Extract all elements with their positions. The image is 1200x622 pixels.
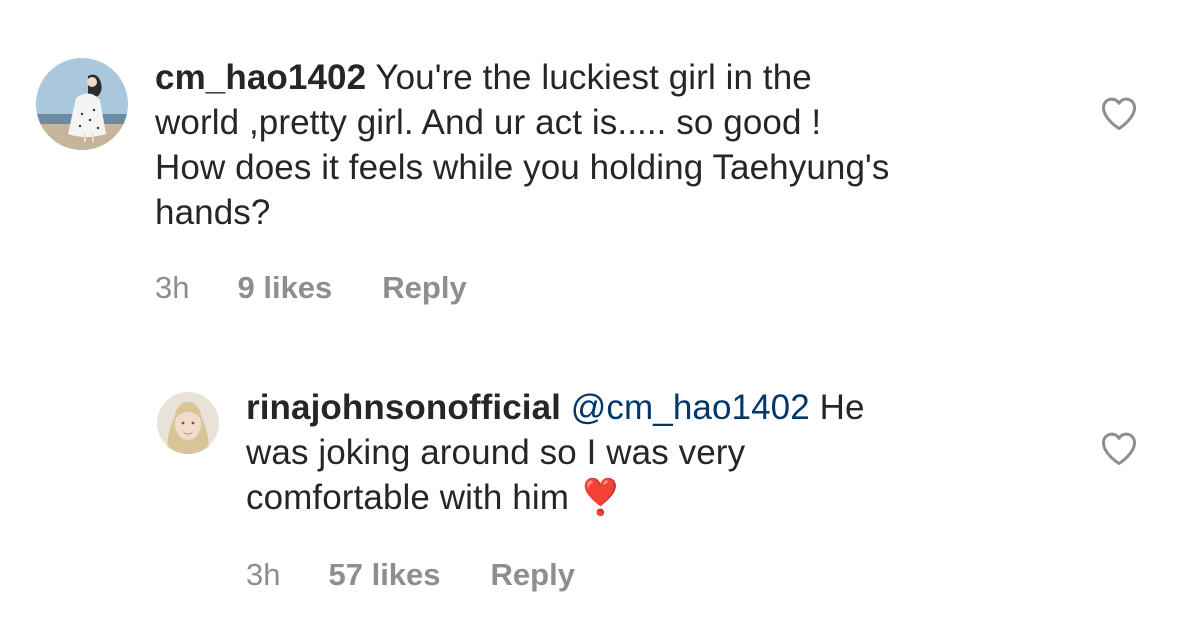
comment: cm_hao1402 You're the luckiest girl in t… [0, 0, 1200, 320]
reply-button[interactable]: Reply [382, 270, 466, 306]
comment-username[interactable]: rinajohnsonofficial [246, 388, 561, 427]
comment-line: was joking around so I was very [246, 433, 746, 472]
comment-body: cm_hao1402 You're the luckiest girl in t… [155, 55, 1075, 235]
heart-outline-icon[interactable] [1099, 95, 1139, 131]
heart-outline-icon[interactable] [1099, 430, 1139, 466]
mention-link[interactable]: @cm_hao1402 [571, 388, 810, 427]
comment-username[interactable]: cm_hao1402 [155, 58, 366, 97]
comment-line: world ,pretty girl. And ur act is..... s… [155, 103, 822, 142]
avatar[interactable] [36, 58, 128, 150]
comment-line: He [819, 388, 865, 427]
comment-meta: 3h 9 likes Reply [155, 270, 467, 306]
comment-line: How does it feels while you holding Taeh… [155, 148, 890, 187]
profile-photo-avatar-icon [157, 392, 219, 454]
comment-line: comfortable with him [246, 478, 569, 517]
heart-exclamation-emoji: ❣️ [578, 478, 623, 517]
comment-line: hands? [155, 193, 271, 232]
comment-text: cm_hao1402 You're the luckiest girl in t… [155, 55, 1075, 235]
reply-comment: rinajohnsonofficial @cm_hao1402 He was j… [0, 370, 1200, 622]
comment-time[interactable]: 3h [246, 557, 280, 593]
comment-body: rinajohnsonofficial @cm_hao1402 He was j… [246, 385, 1076, 520]
comment-likes[interactable]: 9 likes [237, 270, 332, 306]
comment-time[interactable]: 3h [155, 270, 189, 306]
comment-line: You're the luckiest girl in the [375, 58, 812, 97]
illustrated-woman-avatar-icon [36, 58, 128, 150]
comment-likes[interactable]: 57 likes [328, 557, 440, 593]
avatar[interactable] [157, 392, 219, 454]
comment-text: rinajohnsonofficial @cm_hao1402 He was j… [246, 385, 1076, 520]
reply-button[interactable]: Reply [491, 557, 575, 593]
comment-meta: 3h 57 likes Reply [246, 557, 575, 593]
